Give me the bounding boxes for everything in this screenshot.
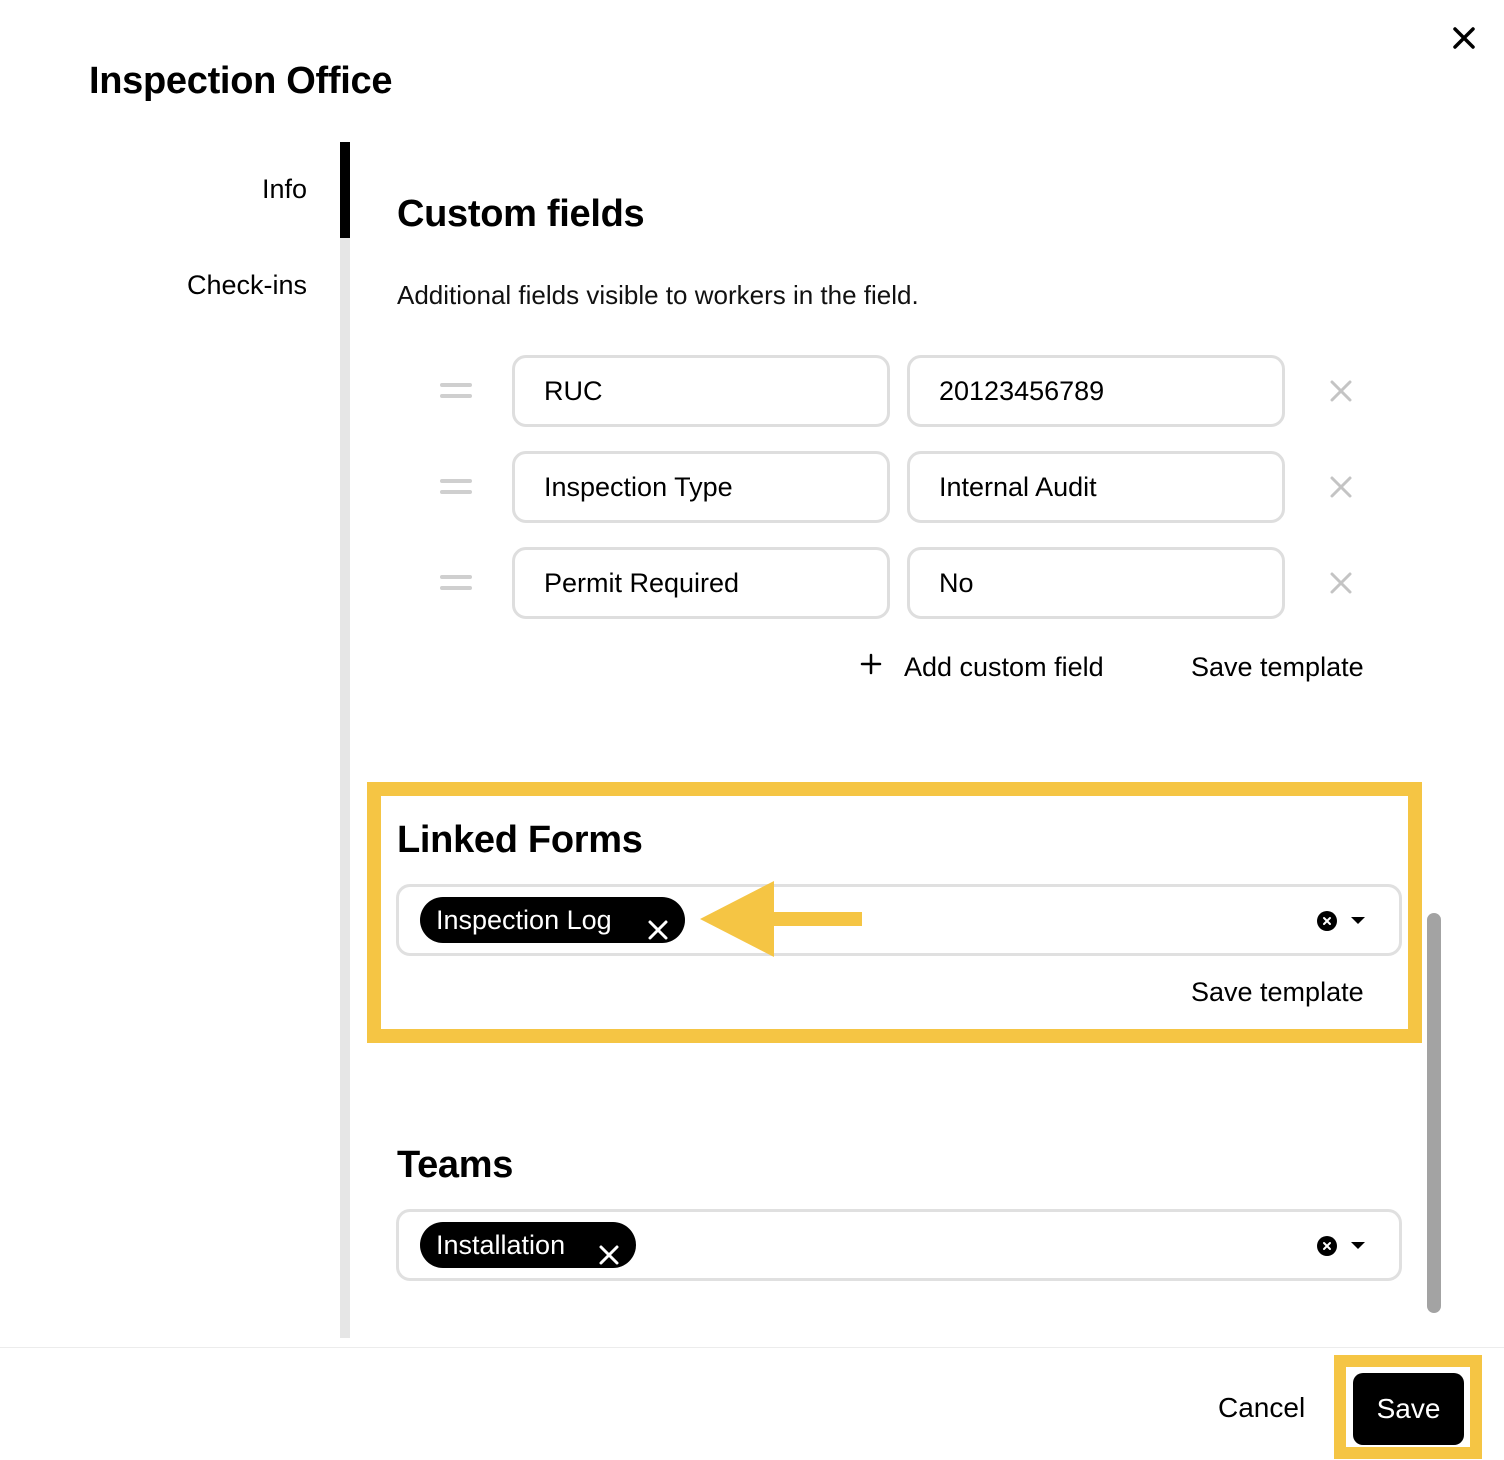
- custom-field-row: [430, 451, 1370, 523]
- scrollbar-thumb[interactable]: [1427, 913, 1441, 1313]
- modal-title: Inspection Office: [89, 60, 393, 102]
- remove-field-button[interactable]: [1327, 569, 1355, 597]
- chevron-down-icon[interactable]: [1351, 917, 1365, 924]
- clear-selection-icon[interactable]: [1317, 911, 1337, 931]
- save-button[interactable]: Save: [1353, 1373, 1464, 1445]
- remove-field-button[interactable]: [1327, 473, 1355, 501]
- team-chip-label: Installation: [436, 1230, 566, 1260]
- close-icon: [599, 1245, 619, 1265]
- chevron-down-icon[interactable]: [1351, 1242, 1365, 1249]
- custom-field-value-input[interactable]: [907, 547, 1285, 619]
- drag-handle-icon[interactable]: [440, 477, 472, 497]
- linked-forms-save-template-button[interactable]: Save template: [1191, 977, 1364, 1008]
- remove-chip-button[interactable]: [647, 909, 669, 940]
- drag-handle-icon[interactable]: [440, 573, 472, 593]
- close-icon: [648, 920, 668, 940]
- close-icon: [1330, 380, 1352, 402]
- custom-field-value-input[interactable]: [907, 355, 1285, 427]
- linked-forms-select[interactable]: Inspection Log: [396, 884, 1402, 956]
- teams-select[interactable]: Installation: [396, 1209, 1402, 1281]
- nav-item-info[interactable]: Info: [262, 174, 307, 205]
- custom-field-name-input[interactable]: [512, 355, 890, 427]
- nav-item-check-ins[interactable]: Check-ins: [187, 270, 307, 301]
- plus-icon[interactable]: [860, 653, 882, 675]
- nav-active-indicator: [340, 142, 350, 238]
- close-icon: [1453, 27, 1475, 49]
- close-button[interactable]: [1446, 20, 1482, 56]
- linked-form-chip: Inspection Log: [420, 897, 685, 943]
- close-icon: [1330, 572, 1352, 594]
- nav-rail: [340, 142, 350, 1338]
- custom-field-row: [430, 547, 1370, 619]
- drag-handle-icon[interactable]: [440, 381, 472, 401]
- custom-field-name-input[interactable]: [512, 547, 890, 619]
- teams-title: Teams: [397, 1144, 514, 1186]
- save-template-button[interactable]: Save template: [1191, 652, 1364, 683]
- footer-divider: [0, 1347, 1504, 1348]
- custom-fields-title: Custom fields: [397, 193, 645, 235]
- annotation-arrow-icon: [700, 881, 862, 957]
- clear-selection-icon[interactable]: [1317, 1236, 1337, 1256]
- add-custom-field-button[interactable]: Add custom field: [904, 652, 1104, 683]
- custom-field-row: [430, 355, 1370, 427]
- remove-field-button[interactable]: [1327, 377, 1355, 405]
- linked-form-chip-label: Inspection Log: [436, 905, 612, 935]
- custom-field-name-input[interactable]: [512, 451, 890, 523]
- custom-fields-description: Additional fields visible to workers in …: [397, 280, 919, 310]
- close-icon: [1330, 476, 1352, 498]
- remove-chip-button[interactable]: [598, 1234, 620, 1265]
- team-chip: Installation: [420, 1222, 636, 1268]
- linked-forms-title: Linked Forms: [397, 819, 643, 861]
- custom-field-value-input[interactable]: [907, 451, 1285, 523]
- cancel-button[interactable]: Cancel: [1218, 1392, 1305, 1424]
